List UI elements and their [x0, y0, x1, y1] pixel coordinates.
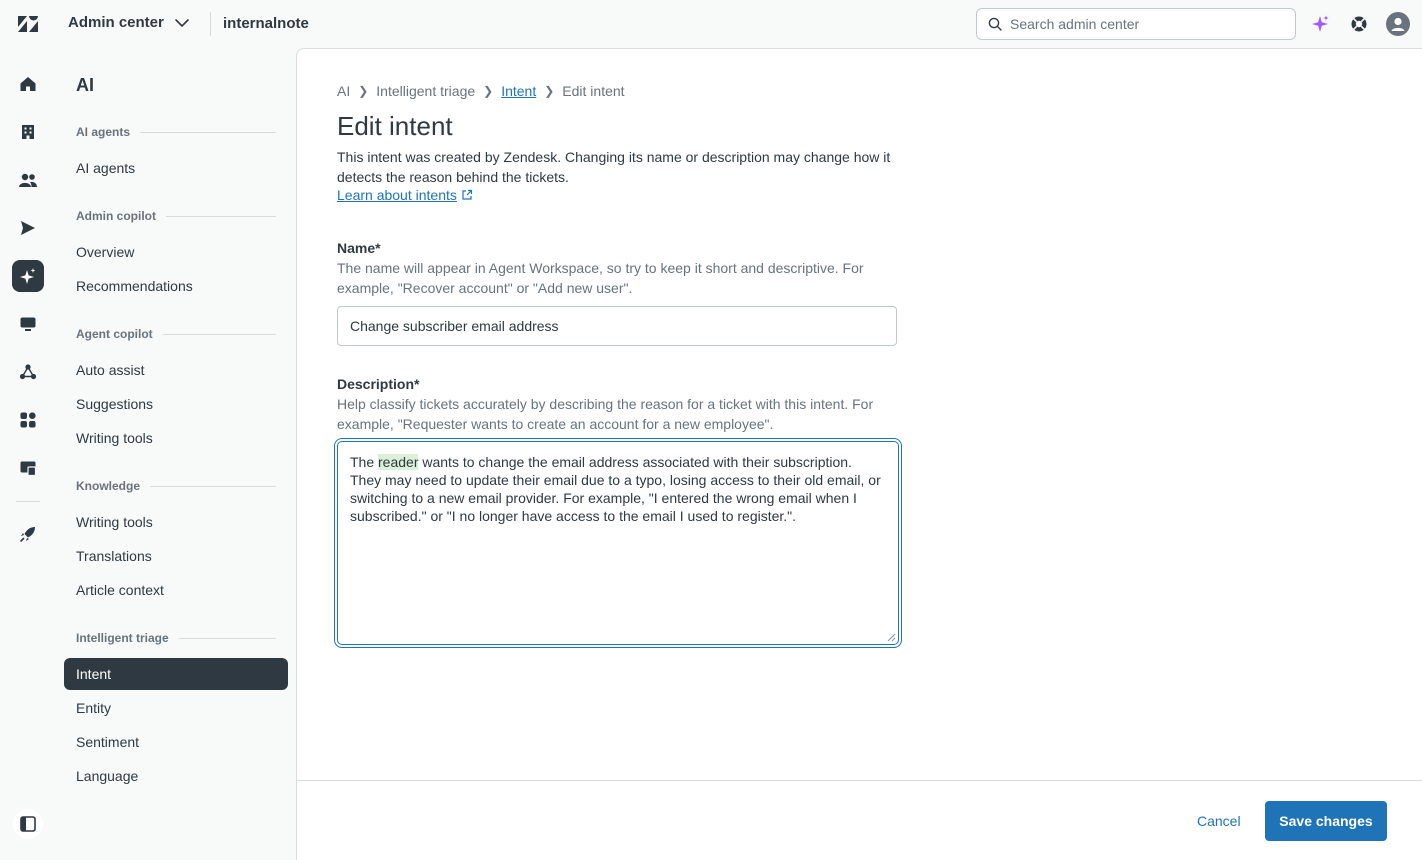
name-field[interactable]: [337, 306, 897, 346]
breadcrumb-intelligent-triage[interactable]: Intelligent triage: [376, 83, 475, 99]
rail-divider: [16, 501, 40, 502]
sidebar-group-ai-agents: AI agents: [76, 125, 276, 139]
sidebar-item-ai-agents[interactable]: AI agents: [64, 152, 288, 184]
learn-link-label: Learn about intents: [337, 187, 457, 203]
zendesk-logo-icon[interactable]: [16, 12, 40, 36]
building-icon[interactable]: [12, 116, 44, 148]
rocket-icon[interactable]: [12, 518, 44, 550]
user-avatar[interactable]: [1386, 12, 1410, 36]
save-changes-button[interactable]: Save changes: [1265, 801, 1387, 841]
sidebar-item-intent[interactable]: Intent: [64, 658, 288, 690]
sidebar-item-knowledge-writing-tools[interactable]: Writing tools: [64, 506, 288, 538]
page-title: Edit intent: [337, 111, 453, 141]
search-box[interactable]: [976, 8, 1296, 40]
description-textarea-wrapper: The reader wants to change the email add…: [337, 441, 899, 645]
chevron-right-icon: ❯: [483, 84, 494, 98]
search-input[interactable]: [1010, 16, 1270, 32]
sidebar-item-article-context[interactable]: Article context: [64, 574, 288, 606]
workspace-icon[interactable]: [12, 452, 44, 484]
header-divider: [210, 12, 211, 36]
sidebar-item-sentiment[interactable]: Sentiment: [64, 726, 288, 758]
ai-sparkle-icon[interactable]: [1308, 12, 1332, 36]
cancel-button[interactable]: Cancel: [1187, 801, 1251, 841]
description-text-rest: wants to change the email address associ…: [350, 454, 881, 524]
description-field[interactable]: The reader wants to change the email add…: [338, 442, 898, 644]
send-icon[interactable]: [12, 212, 44, 244]
sidebar-item-recommendations[interactable]: Recommendations: [64, 270, 288, 302]
sidebar-group-admin-copilot: Admin copilot: [76, 209, 276, 223]
breadcrumb: AI ❯ Intelligent triage ❯ Intent ❯ Edit …: [337, 83, 625, 99]
page-intro: This intent was created by Zendesk. Chan…: [337, 149, 891, 185]
sidebar-group-agent-copilot: Agent copilot: [76, 327, 276, 341]
external-link-icon: [462, 189, 472, 200]
sidebar-item-writing-tools[interactable]: Writing tools: [64, 422, 288, 454]
search-icon: [988, 17, 1002, 31]
product-nav-rail: [0, 48, 56, 860]
chevron-right-icon: ❯: [544, 84, 555, 98]
learn-about-intents-link[interactable]: Learn about intents: [337, 187, 473, 203]
sidebar-item-entity[interactable]: Entity: [64, 692, 288, 724]
sidebar-item-auto-assist[interactable]: Auto assist: [64, 354, 288, 386]
chat-icon[interactable]: [12, 308, 44, 340]
sidebar-group-knowledge: Knowledge: [76, 479, 276, 493]
name-field-label: Name*: [337, 240, 381, 256]
home-icon[interactable]: [12, 68, 44, 100]
subdomain-label: internalnote: [223, 15, 309, 32]
description-field-hint: Help classify tickets accurately by desc…: [337, 396, 874, 432]
sidebar-toggle-icon[interactable]: [12, 808, 44, 840]
objects-icon[interactable]: [12, 356, 44, 388]
sidebar-title: AI: [76, 75, 94, 95]
sidebar-item-suggestions[interactable]: Suggestions: [64, 388, 288, 420]
sidebar-item-translations[interactable]: Translations: [64, 540, 288, 572]
sidebar: AI AI agents AI agents Admin copilot Ove…: [56, 48, 296, 860]
sidebar-item-language[interactable]: Language: [64, 760, 288, 792]
breadcrumb-ai[interactable]: AI: [337, 83, 350, 99]
resize-handle-icon[interactable]: [886, 632, 896, 642]
top-bar: Admin center internalnote: [0, 0, 1422, 48]
chevron-down-icon: [175, 19, 189, 28]
main-panel: AI ❯ Intelligent triage ❯ Intent ❯ Edit …: [296, 48, 1422, 860]
help-lifebuoy-icon[interactable]: [1347, 12, 1371, 36]
apps-icon[interactable]: [12, 404, 44, 436]
product-label: Admin center: [68, 14, 164, 31]
description-highlighted-word: reader: [378, 454, 419, 470]
description-field-label: Description*: [337, 376, 420, 392]
chevron-right-icon: ❯: [358, 84, 369, 98]
sidebar-item-overview[interactable]: Overview: [64, 236, 288, 268]
people-icon[interactable]: [12, 164, 44, 196]
sidebar-group-intelligent-triage: Intelligent triage: [76, 631, 276, 645]
breadcrumb-intent-link[interactable]: Intent: [501, 83, 536, 99]
breadcrumb-current: Edit intent: [562, 83, 625, 99]
sparkle-icon[interactable]: [12, 260, 44, 292]
name-field-hint: The name will appear in Agent Workspace,…: [337, 260, 864, 296]
form-footer: Cancel Save changes: [297, 780, 1422, 860]
description-text-prefix: The: [350, 454, 379, 470]
product-switcher[interactable]: Admin center: [68, 14, 190, 31]
